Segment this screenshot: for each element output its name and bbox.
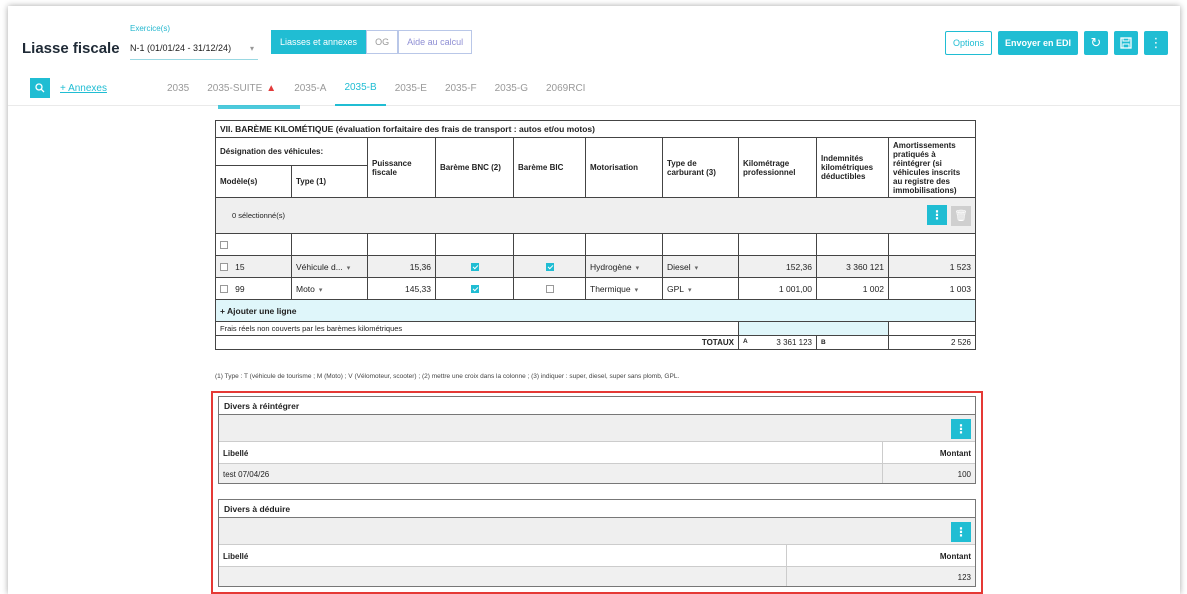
- tab-2035-f[interactable]: 2035-F: [436, 70, 486, 106]
- send-edi-button[interactable]: Envoyer en EDI: [997, 31, 1078, 55]
- puissance-value[interactable]: 15,36: [367, 255, 436, 278]
- search-icon[interactable]: [30, 78, 50, 98]
- tab-bar: + Annexes 2035 2035-SUITE ▲ 2035-A 2035-B…: [8, 70, 1180, 106]
- table-row[interactable]: 123: [219, 566, 975, 586]
- more-vertical-icon[interactable]: ⋮: [951, 419, 971, 439]
- row-checkbox[interactable]: [220, 263, 228, 272]
- trash-icon[interactable]: 🗑: [951, 206, 971, 226]
- tabs: 2035 2035-SUITE ▲ 2035-A 2035-B 2035-E 20…: [158, 70, 594, 106]
- km-value[interactable]: 152,36: [738, 255, 817, 278]
- puissance-value[interactable]: 145,33: [367, 277, 436, 300]
- section-indicator: [218, 105, 300, 109]
- table-row-empty: [215, 233, 976, 256]
- tab-2035[interactable]: 2035: [158, 70, 198, 106]
- col-designation: Désignation des véhicules:: [215, 137, 368, 166]
- bic-checkbox[interactable]: [545, 263, 554, 272]
- more-vertical-icon[interactable]: ⋮: [1144, 31, 1168, 55]
- frais-reels-input[interactable]: [738, 321, 889, 336]
- totaux-label: TOTAUX: [215, 335, 739, 350]
- refresh-icon[interactable]: ↻: [1084, 31, 1108, 55]
- table-row[interactable]: test 07/04/26 100: [219, 463, 975, 483]
- row-toolbar: ⋮ 🗑: [888, 197, 976, 234]
- type-select[interactable]: Moto ▾: [291, 277, 368, 300]
- divers-deduire-title: Divers à déduire: [219, 500, 975, 518]
- view-segments: Liasses et annexes OG Aide au calcul: [271, 30, 473, 54]
- total-a: A3 361 123: [738, 335, 817, 350]
- carburant-select[interactable]: GPL ▾: [662, 277, 739, 300]
- chevron-down-icon: ▾: [634, 286, 639, 294]
- col-carburant: Type de carburant (3): [662, 137, 739, 198]
- col-indemnites: Indemnités kilométriques déductibles: [816, 137, 889, 198]
- divers-reintegrer-toolbar: ⋮: [219, 415, 975, 441]
- tab-2035-b[interactable]: 2035-B: [335, 70, 386, 106]
- carburant-select[interactable]: Diesel ▾: [662, 255, 739, 278]
- col-motorisation: Motorisation: [585, 137, 663, 198]
- chevron-down-icon: ▾: [688, 286, 692, 294]
- segment-liasses[interactable]: Liasses et annexes: [271, 30, 367, 54]
- table-row: 99 Moto ▾ 145,33 Thermique ▾ GPL ▾ 1 001,00…: [215, 277, 976, 300]
- add-annexes-link[interactable]: + Annexes: [60, 83, 107, 94]
- divers-reintegrer-header: Libellé Montant: [219, 441, 975, 463]
- km-value[interactable]: 1 001,00: [738, 277, 817, 300]
- add-line-button[interactable]: + Ajouter une ligne: [215, 299, 976, 322]
- row-checkbox[interactable]: [220, 285, 228, 294]
- col-km: Kilométrage professionnel: [738, 137, 817, 198]
- motorisation-select[interactable]: Hydrogène ▾: [585, 255, 663, 278]
- total-b-label: B: [816, 335, 889, 350]
- col-modeles: Modèle(s): [215, 165, 292, 198]
- tab-2069rci[interactable]: 2069RCI: [537, 70, 594, 106]
- header-actions: Options Envoyer en EDI ↻ ⋮: [944, 31, 1168, 55]
- options-button[interactable]: Options: [944, 31, 992, 55]
- tab-2035-e[interactable]: 2035-E: [386, 70, 436, 106]
- segment-og[interactable]: OG: [366, 30, 399, 54]
- chevron-down-icon: ▾: [346, 264, 351, 272]
- exercise-value: N-1 (01/01/24 - 31/12/24): [130, 43, 232, 53]
- divers-reintegrer-section: Divers à réintégrer ⋮ Libellé Montant te…: [218, 396, 976, 484]
- col-bnc: Barème BNC (2): [435, 137, 514, 198]
- exercise-select[interactable]: N-1 (01/01/24 - 31/12/24) ▾: [130, 36, 258, 60]
- chevron-down-icon: ▾: [318, 286, 323, 294]
- app-title: Liasse fiscale: [22, 40, 120, 57]
- chevron-down-icon: ▾: [635, 264, 640, 272]
- bareme-table: VII. BARÈME KILOMÉTIQUE (évaluation forf…: [215, 120, 976, 350]
- bic-checkbox[interactable]: [545, 285, 554, 294]
- indemnites-value: 1 002: [816, 277, 889, 300]
- bareme-section: VII. BARÈME KILOMÉTIQUE (évaluation forf…: [215, 120, 976, 350]
- chevron-down-icon: ▾: [694, 264, 699, 272]
- col-bic: Barème BIC: [513, 137, 586, 198]
- type-select[interactable]: Véhicule d... ▾: [291, 255, 368, 278]
- divers-deduire-toolbar: ⋮: [219, 518, 975, 544]
- tab-2035-g[interactable]: 2035-G: [486, 70, 537, 106]
- amort-value[interactable]: 1 523: [888, 255, 976, 278]
- indemnites-value: 3 360 121: [816, 255, 889, 278]
- chevron-down-icon: ▾: [249, 44, 254, 53]
- col-amort: Amortissements pratiqués à réintégrer (s…: [888, 137, 976, 198]
- selection-count: 0 sélectionné(s): [215, 197, 889, 234]
- more-vertical-icon[interactable]: ⋮: [951, 522, 971, 542]
- bnc-checkbox[interactable]: [470, 285, 479, 294]
- col-puissance: Puissance fiscale: [367, 137, 436, 198]
- motorisation-select[interactable]: Thermique ▾: [585, 277, 663, 300]
- bnc-checkbox[interactable]: [470, 263, 479, 272]
- segment-aide-calcul[interactable]: Aide au calcul: [398, 30, 473, 54]
- warning-icon: ▲: [266, 82, 277, 94]
- divers-deduire-header: Libellé Montant: [219, 544, 975, 566]
- tab-2035-a[interactable]: 2035-A: [285, 70, 335, 106]
- frais-reels-label: Frais réels non couverts par les barèmes…: [215, 321, 739, 336]
- header: Liasse fiscale Exercice(s) N-1 (01/01/24…: [8, 6, 1180, 68]
- divers-reintegrer-title: Divers à réintégrer: [219, 397, 975, 415]
- exercise-label: Exercice(s): [130, 24, 171, 33]
- table-row: 15 Véhicule d... ▾ 15,36 Hydrogène ▾ Diese…: [215, 255, 976, 278]
- col-type: Type (1): [291, 165, 368, 198]
- tab-2035-suite[interactable]: 2035-SUITE ▲: [198, 70, 285, 106]
- divers-deduire-section: Divers à déduire ⋮ Libellé Montant 123: [218, 499, 976, 587]
- bareme-title: VII. BARÈME KILOMÉTIQUE (évaluation forf…: [215, 120, 976, 138]
- footnote: (1) Type : T (véhicule de tourisme ; M (…: [215, 373, 680, 380]
- more-vertical-icon[interactable]: ⋮: [927, 205, 947, 225]
- row-checkbox[interactable]: [220, 241, 228, 250]
- amort-value[interactable]: 1 003: [888, 277, 976, 300]
- total-b: 2 526: [888, 335, 976, 350]
- save-icon[interactable]: [1114, 31, 1138, 55]
